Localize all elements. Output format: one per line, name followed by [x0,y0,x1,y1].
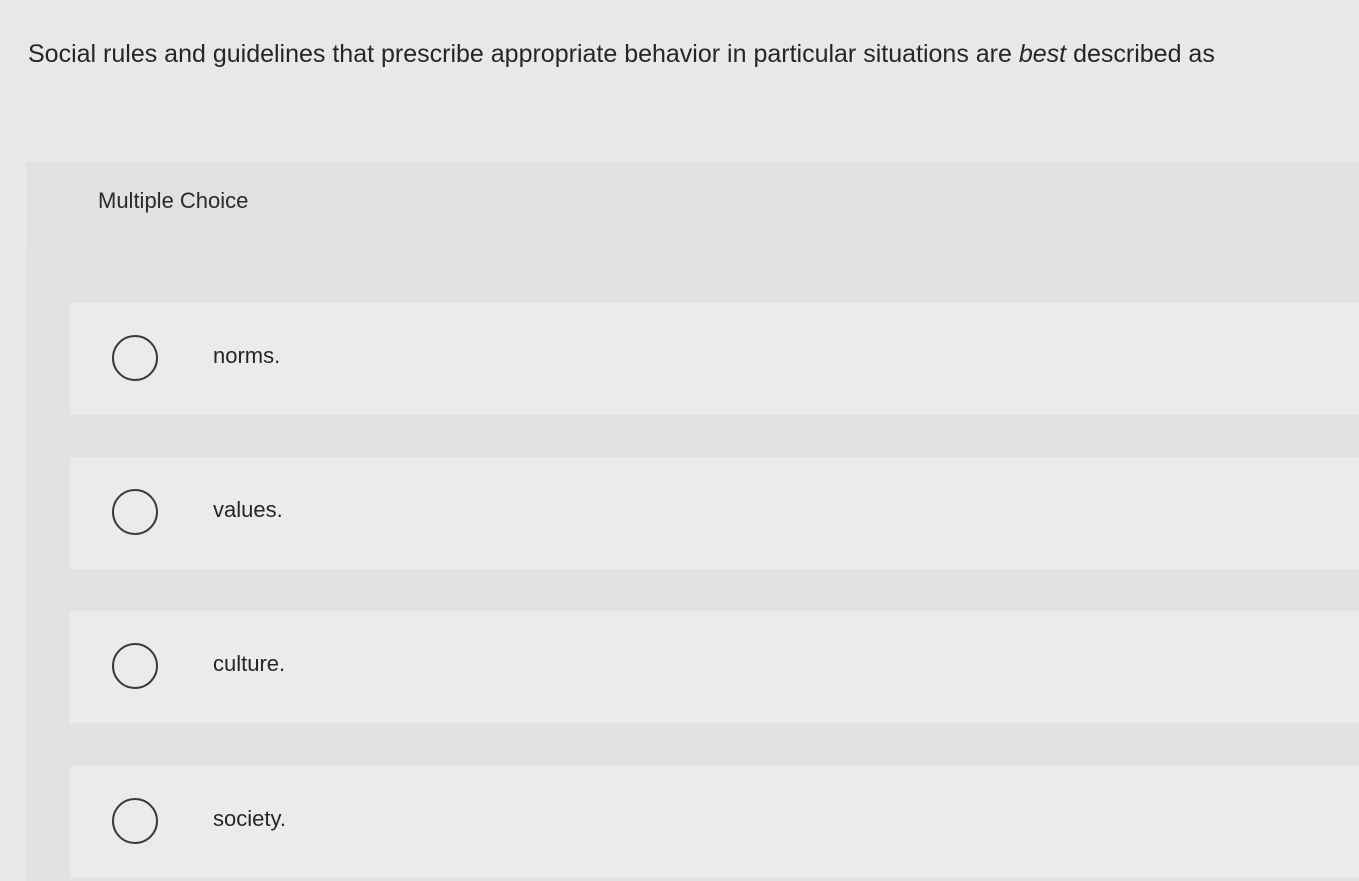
choice-culture[interactable]: culture. [70,611,1359,723]
choice-norms[interactable]: norms. [70,303,1359,415]
choice-label: values. [213,497,283,522]
multiple-choice-panel: Multiple Choice norms. values. culture. … [26,162,1359,881]
radio-button-icon[interactable] [112,643,158,689]
choice-values[interactable]: values. [70,457,1359,569]
question-text: Social rules and guidelines that prescri… [28,36,1338,72]
radio-button-icon[interactable] [112,798,158,844]
choice-label: culture. [213,651,286,676]
panel-header: Multiple Choice [26,162,1359,248]
choice-label: society. [213,806,286,831]
choice-label: norms. [213,343,281,368]
choice-society[interactable]: society. [70,766,1359,878]
question-text-after: described as [1066,40,1215,68]
radio-button-icon[interactable] [112,489,158,535]
radio-button-icon[interactable] [112,335,158,381]
question-emphasis: best [1018,40,1067,68]
question-type-label: Multiple Choice [98,188,249,213]
question-text-before: Social rules and guidelines that prescri… [28,40,1019,68]
